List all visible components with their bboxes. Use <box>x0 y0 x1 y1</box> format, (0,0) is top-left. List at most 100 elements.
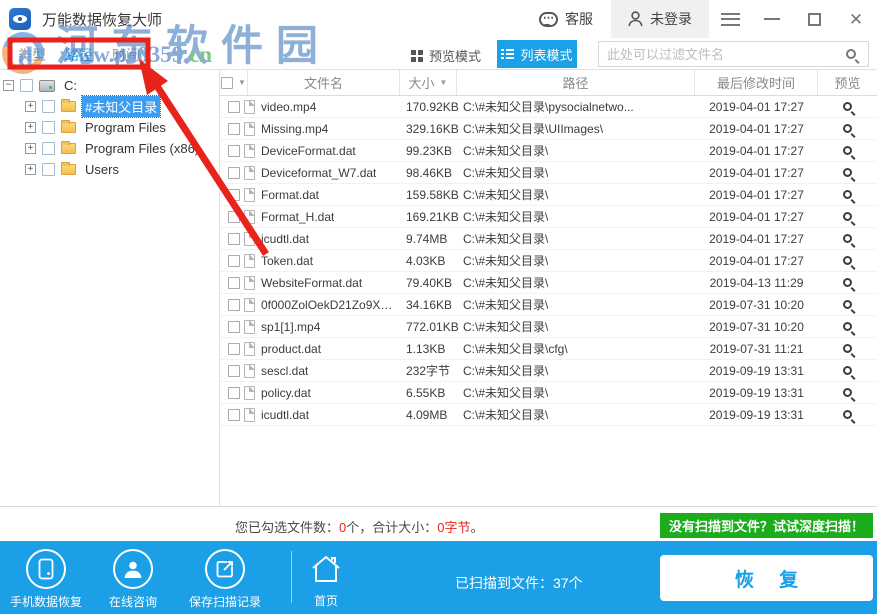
table-row[interactable]: icudtl.dat 4.09MB C:\#未知父目录\ 2019-09-19 … <box>220 404 877 426</box>
customer-service-button[interactable]: ⋯ 客服 <box>521 0 611 38</box>
tree-root-label[interactable]: C: <box>61 77 80 94</box>
phone-icon <box>26 549 66 589</box>
table-row[interactable]: WebsiteFormat.dat 79.40KB C:\#未知父目录\ 201… <box>220 272 877 294</box>
close-button[interactable]: ✕ <box>835 0 877 38</box>
table-row[interactable]: Format.dat 159.58KB C:\#未知父目录\ 2019-04-0… <box>220 184 877 206</box>
header-size[interactable]: 大小 ▼ <box>400 70 457 95</box>
preview-magnifier-icon[interactable] <box>843 278 852 287</box>
file-size: 9.74MB <box>400 228 457 249</box>
login-button[interactable]: 未登录 <box>611 0 709 38</box>
tree-folder-row[interactable]: + Program Files (x86) <box>0 138 219 159</box>
preview-mode-button[interactable]: 预览模式 <box>411 46 481 65</box>
scanned-count-text: 已扫描到文件：37个 <box>455 573 583 593</box>
row-checkbox[interactable] <box>228 145 240 157</box>
filter-search-input[interactable] <box>599 47 846 62</box>
header-path[interactable]: 路径 <box>457 70 695 95</box>
tree-folder-label[interactable]: #未知父目录 <box>82 96 160 117</box>
phone-recovery-button[interactable]: 手机数据恢复 <box>9 549 83 610</box>
table-row[interactable]: video.mp4 170.92KB C:\#未知父目录\pysocialnet… <box>220 96 877 118</box>
tree-root-row[interactable]: − C: <box>0 75 219 96</box>
preview-magnifier-icon[interactable] <box>843 146 852 155</box>
preview-magnifier-icon[interactable] <box>843 212 852 221</box>
preview-magnifier-icon[interactable] <box>843 322 852 331</box>
tree-folder-row[interactable]: + Program Files <box>0 117 219 138</box>
search-icon[interactable] <box>846 49 856 59</box>
preview-magnifier-icon[interactable] <box>843 410 852 419</box>
menu-button[interactable] <box>709 0 751 38</box>
preview-magnifier-icon[interactable] <box>843 168 852 177</box>
row-checkbox[interactable] <box>228 365 240 377</box>
tree-folder-checkbox[interactable] <box>42 121 55 134</box>
row-checkbox[interactable] <box>228 167 240 179</box>
tree-folder-label[interactable]: Program Files <box>82 119 169 136</box>
table-row[interactable]: Token.dat 4.03KB C:\#未知父目录\ 2019-04-01 1… <box>220 250 877 272</box>
table-row[interactable]: Format_H.dat 169.21KB C:\#未知父目录\ 2019-04… <box>220 206 877 228</box>
preview-magnifier-icon[interactable] <box>843 366 852 375</box>
recover-button[interactable]: 恢 复 <box>660 555 873 601</box>
tree-root-checkbox[interactable] <box>20 79 33 92</box>
table-row[interactable]: DeviceFormat.dat 99.23KB C:\#未知父目录\ 2019… <box>220 140 877 162</box>
row-checkbox[interactable] <box>228 255 240 267</box>
table-row[interactable]: sescl.dat 232字节 C:\#未知父目录\ 2019-09-19 13… <box>220 360 877 382</box>
table-row[interactable]: 0f000ZolOekD21Zo9XSP40[1].... 34.16KB C:… <box>220 294 877 316</box>
file-size: 170.92KB <box>400 96 457 117</box>
table-row[interactable]: icudtl.dat 9.74MB C:\#未知父目录\ 2019-04-01 … <box>220 228 877 250</box>
table-row[interactable]: sp1[1].mp4 772.01KB C:\#未知父目录\ 2019-07-3… <box>220 316 877 338</box>
preview-magnifier-icon[interactable] <box>843 388 852 397</box>
header-modified[interactable]: 最后修改时间 <box>695 70 818 95</box>
minimize-button[interactable] <box>751 0 793 38</box>
row-checkbox[interactable] <box>228 387 240 399</box>
preview-magnifier-icon[interactable] <box>843 344 852 353</box>
row-checkbox[interactable] <box>228 211 240 223</box>
tab-path[interactable]: 路径 <box>65 45 93 65</box>
list-mode-button[interactable]: 列表模式 <box>497 40 577 68</box>
row-checkbox[interactable] <box>228 299 240 311</box>
maximize-button[interactable] <box>793 0 835 38</box>
deep-scan-button[interactable]: 没有扫描到文件？试试深度扫描！ <box>660 513 873 538</box>
expand-icon[interactable]: + <box>25 143 36 154</box>
footer-bar: 手机数据恢复 在线咨询 保存扫描记录 首页 已扫描到文件：37个 恢 复 <box>0 541 877 614</box>
home-button[interactable]: 首页 <box>303 554 349 609</box>
table-row[interactable]: product.dat 1.13KB C:\#未知父目录\cfg\ 2019-0… <box>220 338 877 360</box>
row-checkbox[interactable] <box>228 343 240 355</box>
expand-icon[interactable]: + <box>25 101 36 112</box>
tree-folder-label[interactable]: Users <box>82 161 122 178</box>
row-checkbox[interactable] <box>228 233 240 245</box>
tree-folder-checkbox[interactable] <box>42 163 55 176</box>
preview-magnifier-icon[interactable] <box>843 234 852 243</box>
preview-magnifier-icon[interactable] <box>843 124 852 133</box>
header-filename[interactable]: 文件名 <box>248 70 400 95</box>
table-row[interactable]: policy.dat 6.55KB C:\#未知父目录\ 2019-09-19 … <box>220 382 877 404</box>
collapse-icon[interactable]: − <box>3 80 14 91</box>
preview-magnifier-icon[interactable] <box>843 102 852 111</box>
file-table-body: video.mp4 170.92KB C:\#未知父目录\pysocialnet… <box>220 96 877 506</box>
select-all-checkbox[interactable] <box>221 77 233 89</box>
file-icon <box>244 188 255 202</box>
save-scan-record-button[interactable]: 保存扫描记录 <box>180 549 270 610</box>
row-checkbox[interactable] <box>228 409 240 421</box>
table-row[interactable]: Deviceformat_W7.dat 98.46KB C:\#未知父目录\ 2… <box>220 162 877 184</box>
tree-folder-row[interactable]: + #未知父目录 <box>0 96 219 117</box>
row-checkbox[interactable] <box>228 101 240 113</box>
table-row[interactable]: Missing.mp4 329.16KB C:\#未知父目录\UIImages\… <box>220 118 877 140</box>
tree-folder-label[interactable]: Program Files (x86) <box>82 140 202 157</box>
tree-folder-row[interactable]: + Users <box>0 159 219 180</box>
header-select-all[interactable]: ▼ <box>220 70 248 95</box>
file-icon <box>244 364 255 378</box>
tree-folder-checkbox[interactable] <box>42 142 55 155</box>
file-size: 4.03KB <box>400 250 457 271</box>
row-checkbox[interactable] <box>228 189 240 201</box>
expand-icon[interactable]: + <box>25 164 36 175</box>
expand-icon[interactable]: + <box>25 122 36 133</box>
row-checkbox[interactable] <box>228 123 240 135</box>
tab-time[interactable]: 时间 <box>112 45 140 65</box>
row-checkbox[interactable] <box>228 321 240 333</box>
tab-type[interactable]: 类型 <box>18 45 46 65</box>
row-checkbox[interactable] <box>228 277 240 289</box>
tree-folder-checkbox[interactable] <box>42 100 55 113</box>
preview-magnifier-icon[interactable] <box>843 300 852 309</box>
preview-magnifier-icon[interactable] <box>843 256 852 265</box>
online-consult-button[interactable]: 在线咨询 <box>96 549 170 610</box>
summary-prefix: 您已勾选文件数： <box>235 520 339 535</box>
preview-magnifier-icon[interactable] <box>843 190 852 199</box>
